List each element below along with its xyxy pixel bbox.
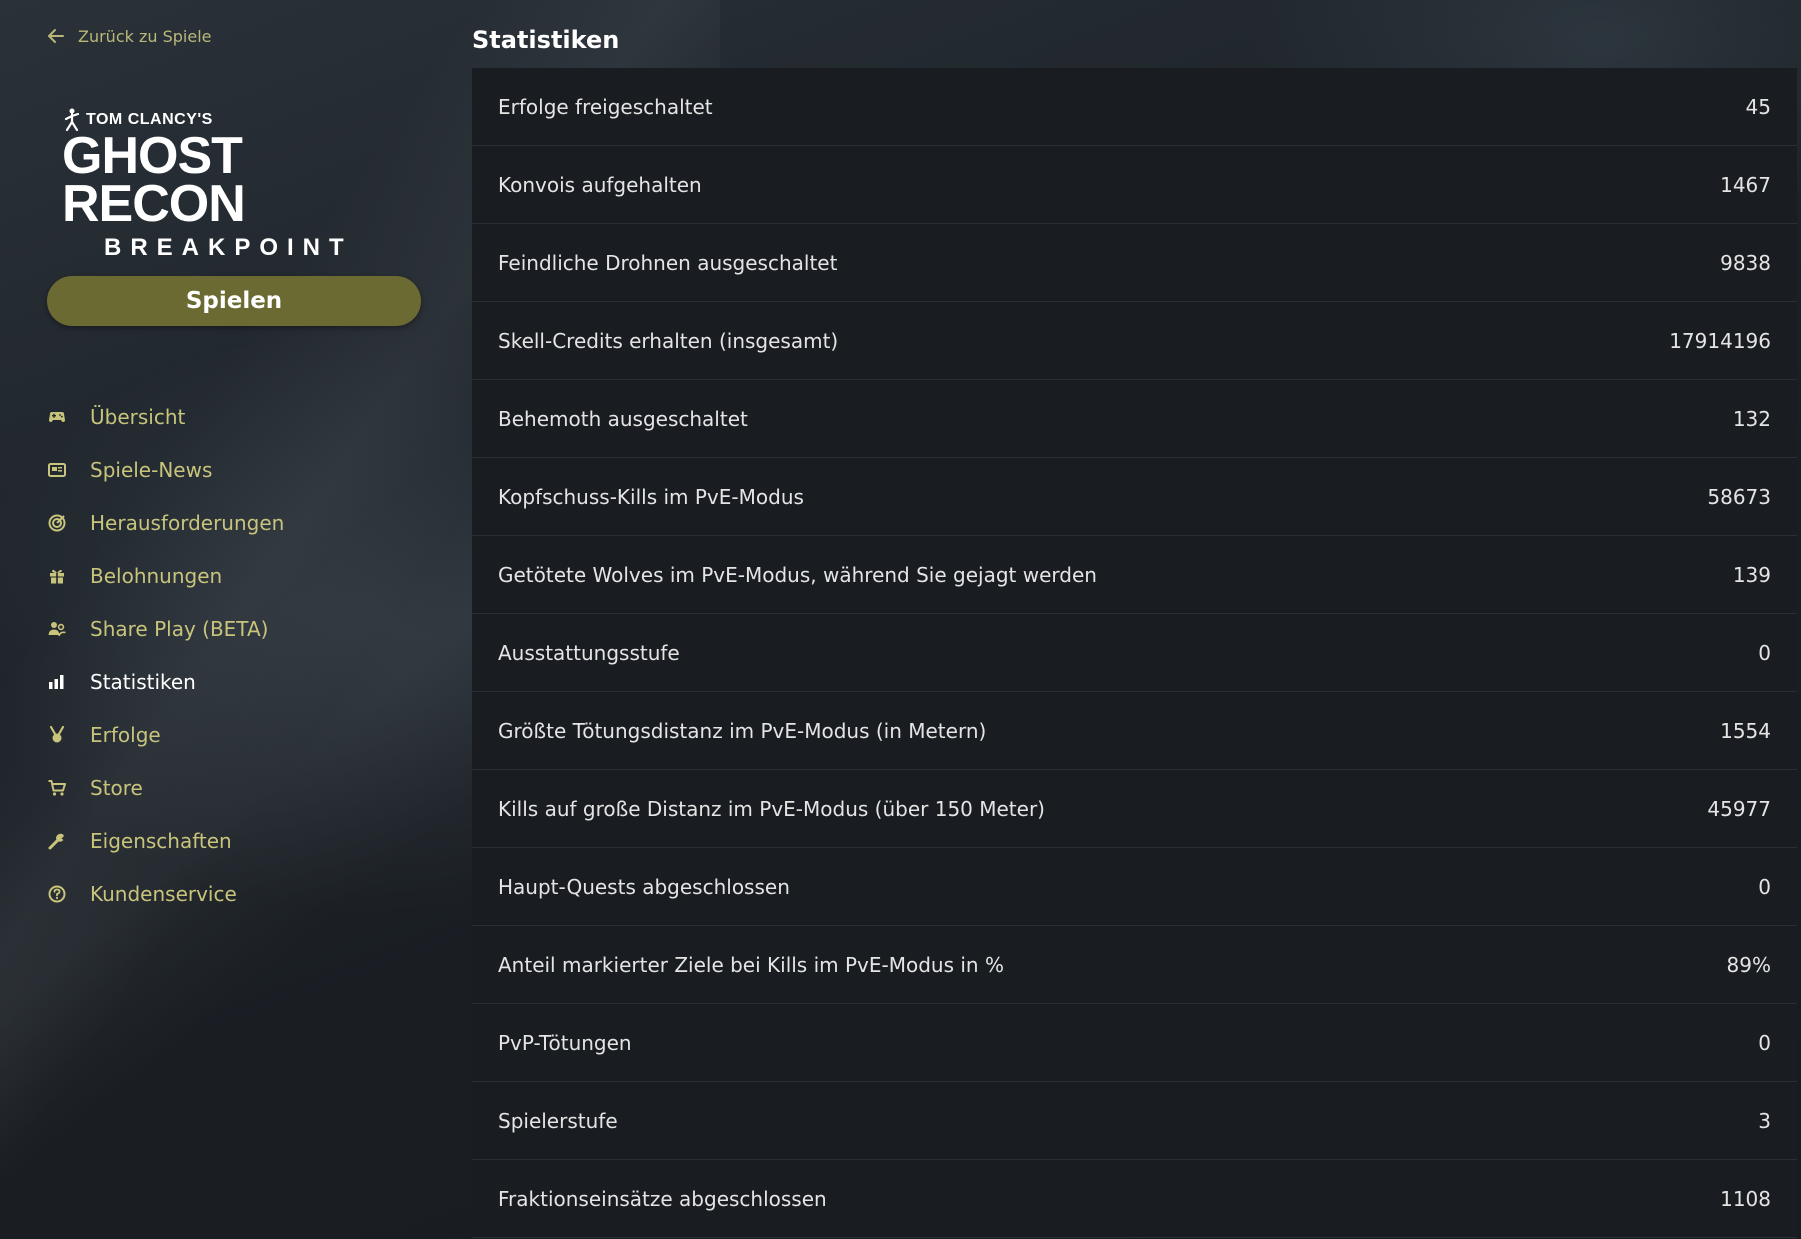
stat-label: PvP-Tötungen <box>498 1030 632 1055</box>
stat-label: Haupt-Quests abgeschlossen <box>498 874 790 899</box>
back-to-games-link[interactable]: Zurück zu Spiele <box>46 26 211 46</box>
stat-label: Kopfschuss-Kills im PvE-Modus <box>498 484 804 509</box>
sidebar-item-support[interactable]: Kundenservice <box>46 867 446 920</box>
stat-label: Kills auf große Distanz im PvE-Modus (üb… <box>498 796 1045 821</box>
sidebar-item-challenges[interactable]: Herausforderungen <box>46 496 446 549</box>
sidebar-item-label: Spiele-News <box>90 457 213 482</box>
sidebar-item-share-play[interactable]: Share Play (BETA) <box>46 602 446 655</box>
stat-row: Skell-Credits erhalten (insgesamt) 17914… <box>472 302 1797 380</box>
stat-value: 9838 <box>1720 250 1771 275</box>
stat-value: 17914196 <box>1669 328 1771 353</box>
sidebar-item-label: Store <box>90 775 143 800</box>
stat-value: 132 <box>1732 406 1771 431</box>
back-link-label: Zurück zu Spiele <box>78 26 212 46</box>
sidebar-item-label: Share Play (BETA) <box>90 616 269 641</box>
stat-value: 0 <box>1758 874 1771 899</box>
stat-row: Getötete Wolves im PvE-Modus, während Si… <box>472 536 1797 614</box>
sidebar-item-label: Statistiken <box>90 669 196 694</box>
stat-label: Getötete Wolves im PvE-Modus, während Si… <box>498 562 1097 587</box>
stat-label: Erfolge freigeschaltet <box>498 94 713 119</box>
stat-label: Größte Tötungsdistanz im PvE-Modus (in M… <box>498 718 987 743</box>
sidebar-item-label: Herausforderungen <box>90 510 285 535</box>
help-circle-icon <box>46 883 68 905</box>
stat-row: Ausstattungsstufe 0 <box>472 614 1797 692</box>
stat-value: 1108 <box>1720 1186 1771 1211</box>
sidebar-nav: Übersicht Spiele-News Herausforderungen … <box>46 390 446 920</box>
statistics-list: Erfolge freigeschaltet 45 Konvois aufgeh… <box>472 68 1797 1238</box>
stat-value: 45 <box>1745 94 1771 119</box>
page-title: Statistiken <box>472 26 620 54</box>
target-icon <box>46 512 68 534</box>
stat-row: PvP-Tötungen 0 <box>472 1004 1797 1082</box>
stat-value: 0 <box>1758 1030 1771 1055</box>
stat-row: Konvois aufgehalten 1467 <box>472 146 1797 224</box>
arrow-left-icon <box>48 29 64 43</box>
gamepad-icon <box>46 406 68 428</box>
stat-label: Ausstattungsstufe <box>498 640 680 665</box>
stat-row: Haupt-Quests abgeschlossen 0 <box>472 848 1797 926</box>
stat-row: Erfolge freigeschaltet 45 <box>472 68 1797 146</box>
logo-main-text: GHOST RECON <box>62 127 246 233</box>
users-icon <box>46 618 68 640</box>
gift-icon <box>46 565 68 587</box>
stat-label: Anteil markierter Ziele bei Kills im PvE… <box>498 952 1004 977</box>
stat-label: Feindliche Drohnen ausgeschaltet <box>498 250 838 275</box>
sidebar-item-statistics[interactable]: Statistiken <box>46 655 446 708</box>
stat-row: Fraktionseinsätze abgeschlossen 1108 <box>472 1160 1797 1238</box>
stat-row: Feindliche Drohnen ausgeschaltet 9838 <box>472 224 1797 302</box>
sidebar-item-label: Belohnungen <box>90 563 223 588</box>
logo-sub-text: BREAKPOINT <box>104 234 353 261</box>
game-logo: TOM CLANCY'S GHOST RECON BREAKPOINT <box>62 108 422 261</box>
sidebar-item-properties[interactable]: Eigenschaften <box>46 814 446 867</box>
newspaper-icon <box>46 459 68 481</box>
sidebar-item-overview[interactable]: Übersicht <box>46 390 446 443</box>
stat-value: 89% <box>1726 952 1771 977</box>
sidebar-item-label: Kundenservice <box>90 881 237 906</box>
stat-value: 1554 <box>1720 718 1771 743</box>
stat-row: Kopfschuss-Kills im PvE-Modus 58673 <box>472 458 1797 536</box>
stat-value: 3 <box>1758 1108 1771 1133</box>
sidebar-item-rewards[interactable]: Belohnungen <box>46 549 446 602</box>
stat-value: 1467 <box>1720 172 1771 197</box>
stat-value: 58673 <box>1707 484 1771 509</box>
bar-chart-icon <box>46 671 68 693</box>
stat-value: 45977 <box>1707 796 1771 821</box>
app-window: Zurück zu Spiele TOM CLANCY'S GHOST RECO… <box>0 0 1801 1239</box>
sidebar-item-label: Eigenschaften <box>90 828 232 853</box>
cart-icon <box>46 777 68 799</box>
wrench-icon <box>46 830 68 852</box>
stat-label: Skell-Credits erhalten (insgesamt) <box>498 328 839 353</box>
main-content: Statistiken Erfolge freigeschaltet 45 Ko… <box>472 0 1801 1239</box>
sidebar-item-label: Erfolge <box>90 722 161 747</box>
stat-value: 139 <box>1732 562 1771 587</box>
medal-icon <box>46 724 68 746</box>
stat-value: 0 <box>1758 640 1771 665</box>
sidebar-item-achievements[interactable]: Erfolge <box>46 708 446 761</box>
play-button[interactable]: Spielen <box>47 276 421 326</box>
stat-label: Fraktionseinsätze abgeschlossen <box>498 1186 827 1211</box>
stat-label: Konvois aufgehalten <box>498 172 702 197</box>
sidebar-item-store[interactable]: Store <box>46 761 446 814</box>
stat-row: Spielerstufe 3 <box>472 1082 1797 1160</box>
sidebar-item-news[interactable]: Spiele-News <box>46 443 446 496</box>
stat-row: Anteil markierter Ziele bei Kills im PvE… <box>472 926 1797 1004</box>
stat-label: Spielerstufe <box>498 1108 618 1133</box>
sidebar-item-label: Übersicht <box>90 404 186 429</box>
sidebar: Zurück zu Spiele TOM CLANCY'S GHOST RECO… <box>0 0 470 1239</box>
stat-row: Behemoth ausgeschaltet 132 <box>472 380 1797 458</box>
stat-label: Behemoth ausgeschaltet <box>498 406 748 431</box>
stat-row: Kills auf große Distanz im PvE-Modus (üb… <box>472 770 1797 848</box>
stat-row: Größte Tötungsdistanz im PvE-Modus (in M… <box>472 692 1797 770</box>
